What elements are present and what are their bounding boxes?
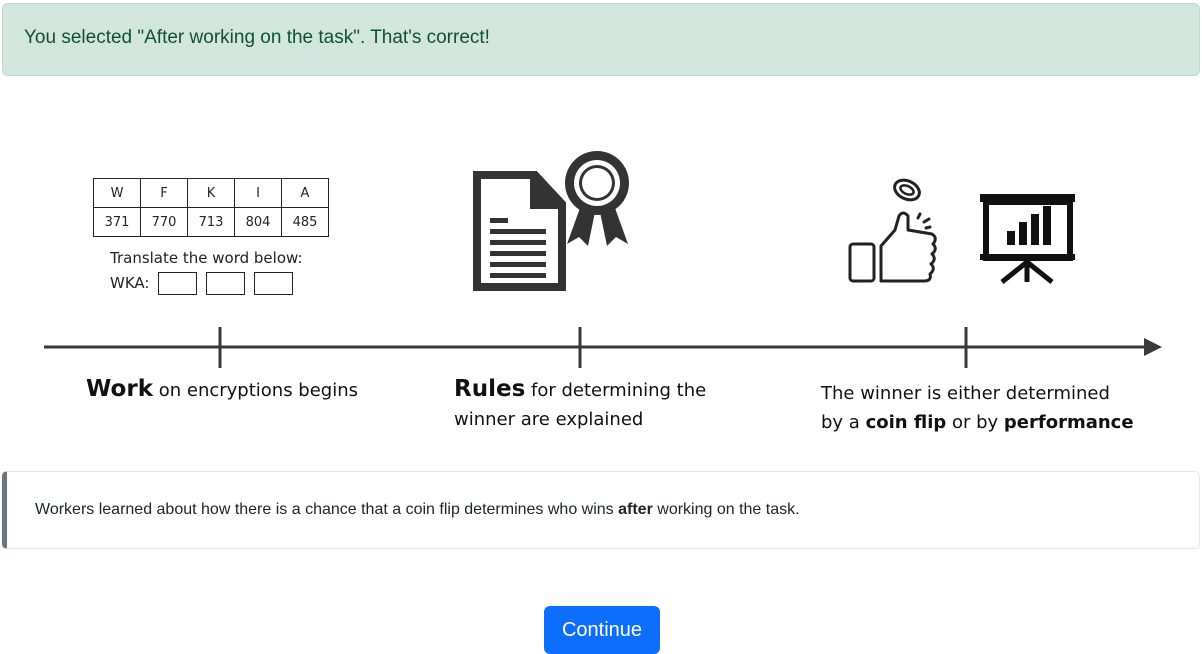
step-2-label: Rules for determining the winner are exp… bbox=[454, 375, 706, 434]
callout-text: Workers learned about how there is a cha… bbox=[35, 501, 800, 519]
step-3-label: The winner is either determined by a coi… bbox=[821, 379, 1134, 437]
answer-box bbox=[206, 272, 246, 295]
presentation-chart-icon bbox=[980, 194, 1075, 284]
cipher-letter: F bbox=[140, 178, 188, 208]
answer-box bbox=[158, 272, 198, 295]
step-2-line2: winner are explained bbox=[454, 409, 644, 430]
document-icon bbox=[473, 171, 566, 291]
step-1-text: on encryptions begins bbox=[153, 380, 359, 401]
callout-pre: Workers learned about how there is a cha… bbox=[35, 501, 619, 518]
answer-box bbox=[254, 272, 294, 295]
cipher-number: 804 bbox=[234, 207, 282, 237]
cipher-letter: K bbox=[187, 178, 235, 208]
continue-button[interactable]: Continue bbox=[544, 606, 660, 654]
step-3-pre: by a bbox=[821, 412, 866, 433]
translate-prompt-block: Translate the word below: WKA: bbox=[110, 246, 303, 296]
cipher-table: W F K I A 371 770 713 804 485 bbox=[93, 178, 329, 237]
alert-text: You selected "After working on the task"… bbox=[24, 26, 490, 48]
cipher-letter: W bbox=[93, 178, 141, 208]
timeline-arrowhead bbox=[1144, 338, 1162, 356]
step-3-performance: performance bbox=[1003, 412, 1134, 433]
translate-prompt: Translate the word below: bbox=[110, 249, 303, 267]
cipher-letter: A bbox=[281, 178, 329, 208]
cipher-number: 485 bbox=[281, 207, 329, 237]
thumbs-up-icon bbox=[848, 211, 937, 283]
translate-word: WKA: bbox=[110, 274, 150, 292]
award-ribbon-icon bbox=[565, 151, 629, 246]
translate-word-row: WKA: bbox=[110, 271, 303, 296]
step-2-bold: Rules bbox=[454, 376, 526, 402]
cipher-numbers-row: 371 770 713 804 485 bbox=[93, 207, 329, 237]
callout-post: working on the task. bbox=[652, 501, 800, 518]
cipher-number: 713 bbox=[187, 207, 235, 237]
cipher-number: 770 bbox=[140, 207, 188, 237]
cipher-number: 371 bbox=[93, 207, 141, 237]
step-1-bold: Work bbox=[86, 376, 153, 402]
step-2-text: for determining the bbox=[525, 380, 707, 401]
success-alert: You selected "After working on the task"… bbox=[2, 3, 1200, 76]
coin-icon bbox=[893, 178, 921, 202]
step-3-line1: The winner is either determined bbox=[821, 383, 1110, 404]
cipher-letter: I bbox=[234, 178, 282, 208]
callout-emphasis: after bbox=[618, 501, 653, 518]
timeline-figure: W F K I A 371 770 713 804 485 Translate … bbox=[0, 130, 1202, 450]
step-3-mid: or by bbox=[946, 412, 1004, 433]
step-3-coin-flip: coin flip bbox=[865, 412, 947, 433]
explanation-callout: Workers learned about how there is a cha… bbox=[2, 471, 1200, 549]
step-1-label: Work on encryptions begins bbox=[86, 375, 358, 405]
cipher-letters-row: W F K I A bbox=[93, 178, 329, 208]
